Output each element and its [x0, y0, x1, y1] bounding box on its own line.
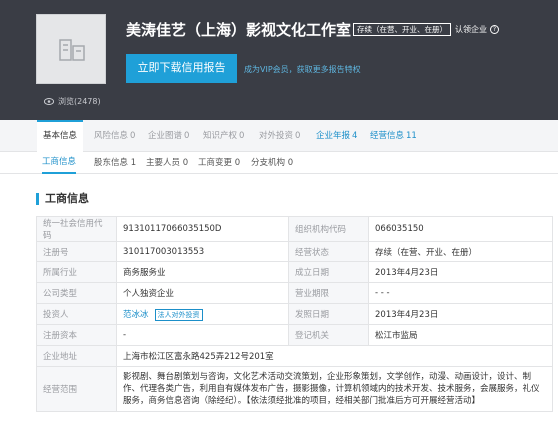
scope-label: 经营范围	[36, 366, 117, 412]
status-badge: 存续（在营、开业、在册）	[353, 23, 451, 36]
table-row: 企业地址 上海市松江区富永路425弄212号201室	[36, 345, 553, 367]
table-row: 统一社会信用代码 91310117066035150D 组织机构代码 06603…	[36, 216, 553, 242]
table-row: 经营范围 影视剧、舞台剧策划与咨询，文化艺术活动交流策划，企业形象策划，文学创作…	[36, 366, 553, 412]
tab-investment[interactable]: 对外投资 0	[259, 120, 300, 152]
company-header: 浏览(2478) 美涛佳艺（上海）影视文化工作室 存续（在营、开业、在册） 认领…	[0, 0, 558, 120]
industry-value: 商务服务业	[116, 261, 289, 283]
table-row: 公司类型 个人独资企业 营业期限 - - -	[36, 282, 553, 304]
certify-link[interactable]: 认领企业 ?	[455, 24, 499, 35]
period-value: - - -	[368, 282, 553, 304]
reg-no-value: 310117003013553	[116, 241, 289, 262]
table-row: 注册资本 - 登记机关 松江市监局	[36, 324, 553, 346]
tab-annual-report[interactable]: 企业年报 4	[316, 120, 357, 152]
tab-risk-info[interactable]: 风险信息 0	[94, 120, 135, 152]
subtab-branches[interactable]: 分支机构 0	[251, 152, 293, 174]
org-code-value: 066035150	[368, 216, 553, 242]
credit-code-value: 91310117066035150D	[116, 216, 289, 242]
status-label: 经营状态	[288, 241, 369, 262]
business-info-table: 统一社会信用代码 91310117066035150D 组织机构代码 06603…	[36, 216, 553, 412]
authority-value: 松江市监局	[368, 324, 553, 346]
scope-value: 影视剧、舞台剧策划与咨询，文化艺术活动交流策划，企业形象策划，文学创作，动漫、动…	[116, 366, 553, 412]
tab-ip[interactable]: 知识产权 0	[203, 120, 244, 152]
subtab-changes[interactable]: 工商变更 0	[198, 152, 240, 174]
investor-label: 投资人	[36, 303, 117, 325]
capital-value: -	[116, 324, 289, 346]
subtab-shareholders[interactable]: 股东信息 1	[94, 152, 136, 174]
table-row: 注册号 310117003013553 经营状态 存续（在营、开业、在册）	[36, 241, 553, 262]
investor-value: 范冰冰 法人对外投资	[116, 303, 289, 325]
help-icon[interactable]: ?	[490, 25, 499, 34]
investor-link[interactable]: 范冰冰	[123, 310, 149, 320]
company-logo	[36, 14, 106, 84]
subtab-business-info[interactable]: 工商信息	[42, 152, 77, 174]
building-icon	[59, 39, 85, 61]
investor-tag[interactable]: 法人对外投资	[154, 308, 203, 321]
vip-link[interactable]: 成为VIP会员，获取更多报告特权	[244, 64, 361, 75]
tab-enterprise-graph[interactable]: 企业图谱 0	[148, 120, 189, 152]
status-value: 存续（在营、开业、在册）	[368, 241, 553, 262]
period-label: 营业期限	[288, 282, 369, 304]
capital-label: 注册资本	[36, 324, 117, 346]
company-name: 美涛佳艺（上海）影视文化工作室	[126, 21, 352, 39]
download-report-button[interactable]: 立即下载信用报告	[126, 54, 237, 83]
authority-label: 登记机关	[288, 324, 369, 346]
issue-date-value: 2013年4月23日	[368, 303, 553, 325]
table-row: 投资人 范冰冰 法人对外投资 发照日期 2013年4月23日	[36, 303, 553, 325]
type-label: 公司类型	[36, 282, 117, 304]
tab-basic-info[interactable]: 基本信息	[37, 120, 84, 152]
main-tabs: 基本信息 风险信息 0 企业图谱 0 知识产权 0 对外投资 0 企业年报 4 经营信息 1…	[0, 120, 558, 152]
sub-tabs: 工商信息 股东信息 1 主要人员 0 工商变更 0 分支机构 0	[0, 152, 558, 174]
table-row: 所属行业 商务服务业 成立日期 2013年4月23日	[36, 261, 553, 283]
est-date-value: 2013年4月23日	[368, 261, 553, 283]
address-label: 企业地址	[36, 345, 117, 367]
certify-label: 认领企业	[455, 25, 487, 34]
org-code-label: 组织机构代码	[288, 216, 369, 242]
issue-date-label: 发照日期	[288, 303, 369, 325]
subtab-key-personnel[interactable]: 主要人员 0	[146, 152, 188, 174]
eye-icon	[44, 98, 54, 105]
industry-label: 所属行业	[36, 261, 117, 283]
view-count-text: 浏览(2478)	[58, 97, 101, 106]
address-value: 上海市松江区富永路425弄212号201室	[116, 345, 553, 367]
est-date-label: 成立日期	[288, 261, 369, 283]
type-value: 个人独资企业	[116, 282, 289, 304]
credit-code-label: 统一社会信用代码	[36, 216, 117, 242]
section-title: 工商信息	[36, 193, 89, 205]
reg-no-label: 注册号	[36, 241, 117, 262]
tab-business-info[interactable]: 经营信息 11	[370, 120, 417, 152]
view-count: 浏览(2478)	[44, 96, 101, 107]
